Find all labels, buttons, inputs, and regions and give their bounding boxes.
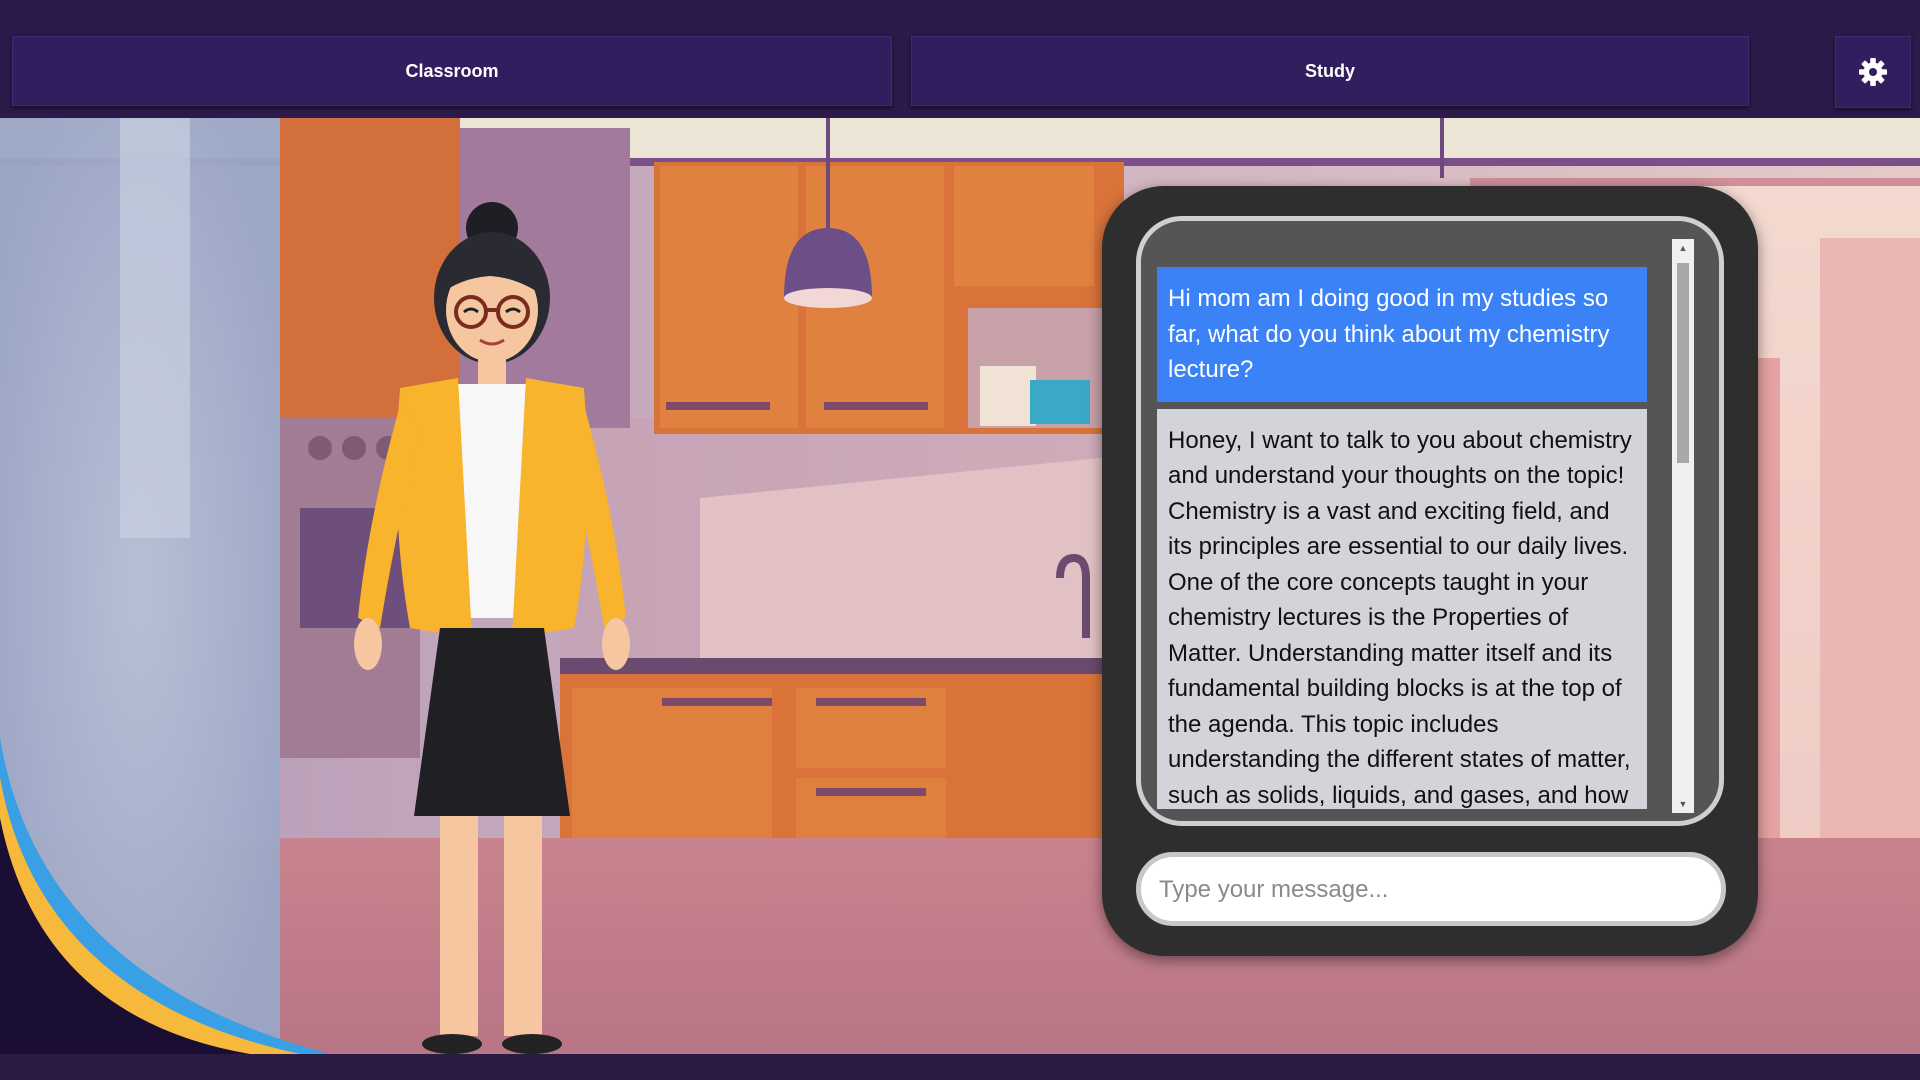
user-message: Hi mom am I doing good in my studies so … [1157, 267, 1647, 402]
study-button-label: Study [1304, 60, 1355, 81]
classroom-button-label: Classroom [405, 60, 499, 81]
study-button[interactable]: Study [911, 36, 1749, 106]
message-input[interactable] [1157, 857, 1701, 923]
scrollbar-thumb[interactable] [1677, 263, 1689, 463]
top-navigation-bar: Classroom Study [0, 0, 1920, 118]
chat-scrollbar[interactable]: ▲ ▼ [1672, 239, 1694, 813]
assistant-message: Honey, I want to talk to you about chemi… [1157, 408, 1647, 809]
classroom-button[interactable]: Classroom [12, 36, 892, 106]
message-input-container [1136, 852, 1726, 926]
scroll-down-arrow-icon[interactable]: ▼ [1672, 795, 1694, 813]
gear-icon [1859, 58, 1887, 86]
bottom-bar [0, 1054, 1920, 1080]
scroll-up-arrow-icon[interactable]: ▲ [1672, 239, 1694, 257]
mom-character [354, 202, 630, 1054]
message-list: Hi mom am I doing good in my studies so … [1157, 267, 1647, 809]
settings-button[interactable] [1835, 36, 1911, 108]
chat-history: Hi mom am I doing good in my studies so … [1136, 216, 1724, 826]
